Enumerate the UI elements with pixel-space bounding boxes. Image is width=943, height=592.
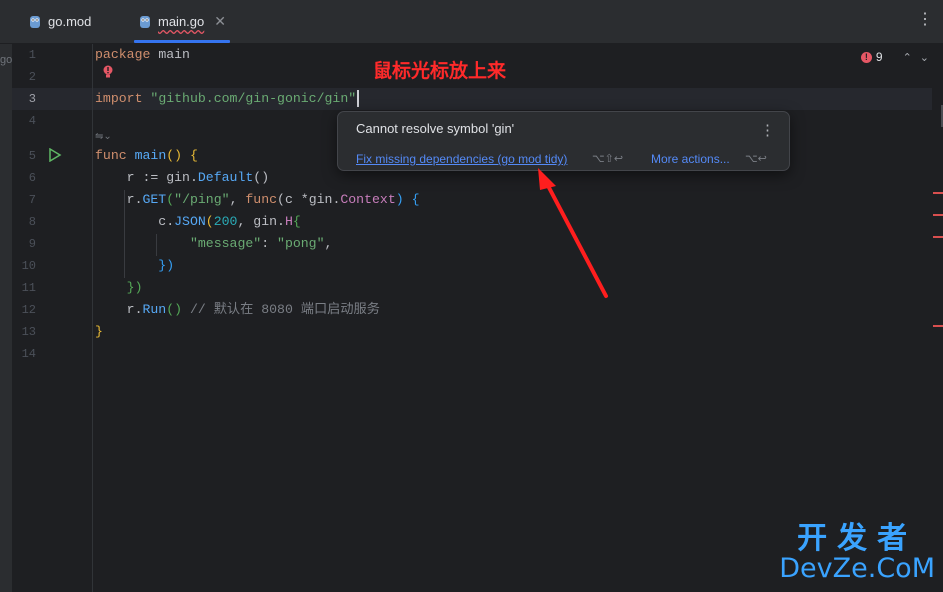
watermark-top: 开发者 [797, 521, 918, 556]
red-arrow-annotation [538, 168, 608, 298]
watermark: 开发者 DevZe.CoM [779, 521, 935, 584]
watermark-bottom: DevZe.CoM [779, 553, 935, 584]
